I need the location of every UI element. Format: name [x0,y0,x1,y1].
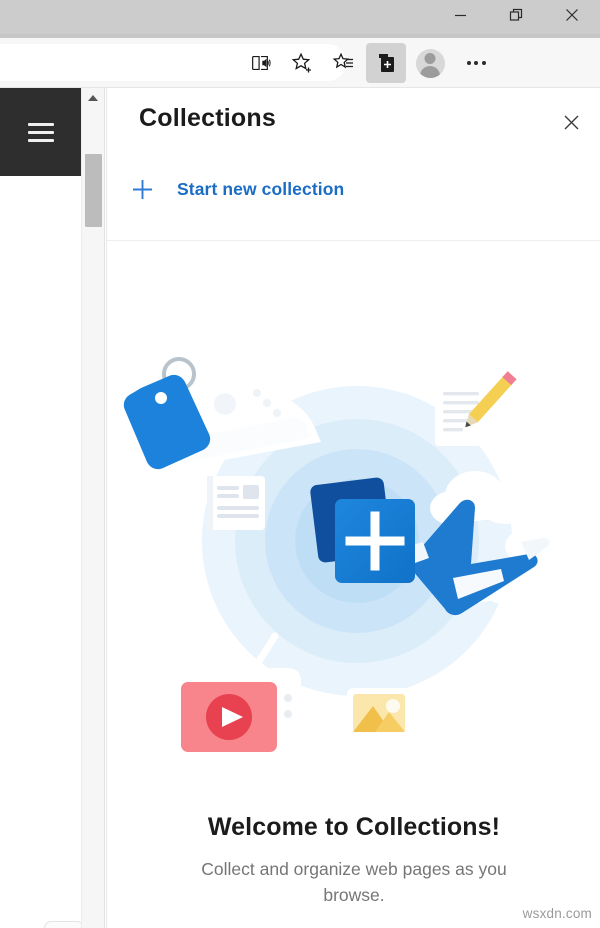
start-new-collection-label: Start new collection [177,178,345,199]
scroll-up-arrow-icon[interactable] [82,90,104,106]
browser-window: Collections Start new collection Welcome… [0,0,600,928]
collections-panel: Collections Start new collection Welcome… [106,88,600,928]
add-favorite-icon[interactable] [282,43,322,83]
window-controls [432,0,600,34]
close-overlay-button[interactable] [44,921,84,928]
profile-avatar[interactable] [408,41,452,85]
minimize-button[interactable] [432,0,488,30]
watermark: wsxdn.com [522,906,592,921]
article-card-illustration [207,476,265,530]
welcome-subtitle: Collect and organize web pages as you br… [201,859,507,906]
settings-ellipsis-icon[interactable] [454,41,498,85]
hamburger-icon [27,122,54,142]
welcome-title: Welcome to Collections! [207,813,501,841]
page-title: Collections [139,104,276,132]
favorites-list-icon[interactable] [324,43,364,83]
close-button[interactable] [544,0,600,30]
avatar [415,48,445,78]
hamburger-menu-button[interactable] [0,88,81,176]
start-new-collection-button[interactable]: Start new collection [107,164,600,214]
welcome-block: Welcome to Collections! Collect and orga… [107,813,600,909]
close-icon [564,115,578,129]
restore-button[interactable] [488,0,544,30]
plus-icon [107,178,177,201]
read-aloud-icon[interactable] [240,43,280,83]
photo-image-illustration [347,688,411,738]
note-with-pencil-illustration [435,371,517,446]
collections-illustration [107,336,600,766]
collections-close-button[interactable] [551,104,591,140]
page-scrollbar[interactable] [81,88,105,928]
scrollbar-thumb[interactable] [85,154,102,227]
toolbar-icon-group [240,38,498,88]
collections-panel-header: Collections [107,88,600,156]
collections-icon[interactable] [366,43,406,83]
panel-divider [107,240,600,241]
